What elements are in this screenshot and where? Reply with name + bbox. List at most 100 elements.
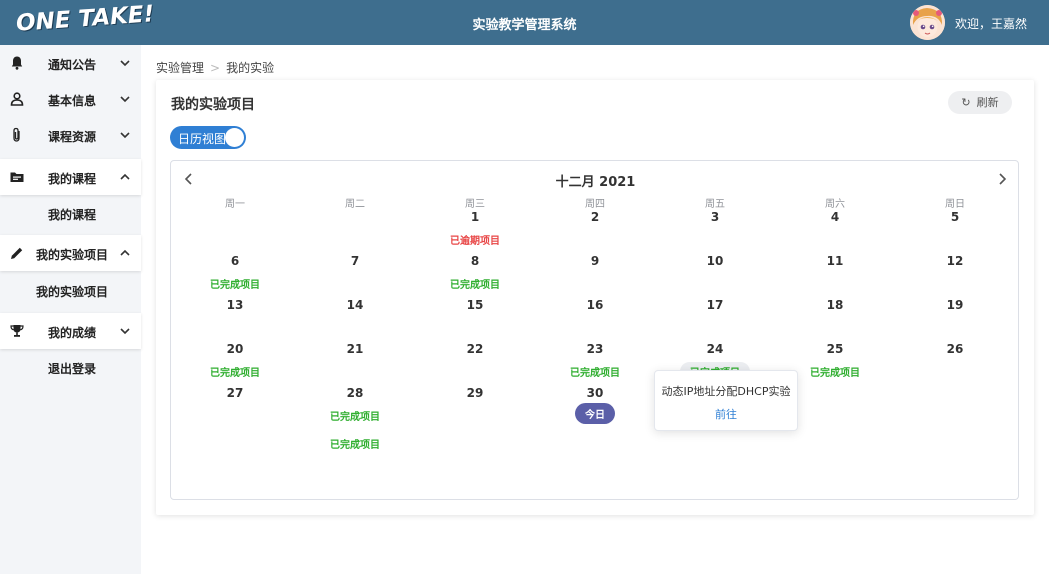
popover-experiment-name: 动态IP地址分配DHCP实验 [661,385,791,398]
refresh-button[interactable]: ↻ 刷新 [948,91,1012,114]
calendar-day[interactable]: 17 [655,298,775,314]
calendar-day[interactable]: 20 已完成项目 [175,342,295,381]
sidebar-item-label: 我的实验项目 [36,248,109,262]
completed-project-tag[interactable]: 已完成项目 [320,406,390,425]
day-number: 3 [710,210,720,224]
popover-go-link[interactable]: 前往 [655,406,797,422]
calendar-day[interactable]: 16 [535,298,655,314]
calendar-day[interactable]: 26 [895,342,1015,358]
weekday-header: 周一 [225,199,245,210]
calendar-day[interactable]: 10 [655,254,775,270]
logout-label: 退出登录 [48,362,97,376]
calendar-day[interactable]: 2 [535,210,655,226]
chevron-down-icon [120,328,130,335]
calendar-day[interactable]: 21 [295,342,415,358]
calendar-day[interactable]: 8 已完成项目 [415,254,535,293]
weekday-header: 周二 [345,199,365,210]
submenu-item-my-courses[interactable]: 我的课程 [0,198,141,228]
weekday-header: 周三 [465,199,485,210]
day-number: 29 [466,386,484,400]
sidebar-item-my-grades[interactable]: 我的成绩 [0,313,141,349]
day-number: 10 [706,254,724,268]
calendar-day[interactable]: 6 已完成项目 [175,254,295,293]
pencil-icon [11,247,23,259]
sidebar-item-label: 通知公告 [48,58,97,72]
calendar-day[interactable]: 7 [295,254,415,270]
calendar-day[interactable]: 12 [895,254,1015,270]
calendar-day[interactable]: 4 [775,210,895,226]
breadcrumb-item-current: 我的实验 [226,61,275,75]
calendar-day[interactable]: 23 已完成项目 [535,342,655,381]
day-number: 24 [706,342,724,356]
day-number: 15 [466,298,484,312]
calendar-day[interactable]: 14 [295,298,415,314]
calendar-view-toggle[interactable]: 日历视图 [170,126,246,149]
sidebar-item-profile[interactable]: 基本信息 [0,81,141,117]
calendar-day[interactable]: 11 [775,254,895,270]
toggle-knob [225,128,244,147]
calendar-day-today[interactable]: 30 今日 [535,386,655,424]
avatar-image [910,5,945,40]
calendar-day[interactable]: 18 [775,298,895,314]
chevron-down-icon [120,96,130,103]
sidebar-item-label: 我的课程 [48,172,97,186]
calendar-day[interactable]: 3 [655,210,775,226]
day-number: 19 [946,298,964,312]
breadcrumb-separator: > [210,61,221,75]
today-badge[interactable]: 今日 [575,403,615,424]
day-number: 22 [466,342,484,356]
submenu-item-my-experiments[interactable]: 我的实验项目 [0,275,141,305]
chevron-down-icon [120,60,130,67]
calendar-day[interactable]: 5 [895,210,1015,226]
chevron-up-icon [120,173,130,180]
day-number: 9 [590,254,600,268]
day-number: 8 [470,254,480,268]
calendar-day[interactable]: 19 [895,298,1015,314]
sidebar-item-my-experiments[interactable]: 我的实验项目 [0,235,141,271]
completed-project-tag[interactable]: 已完成项目 [440,274,510,293]
toggle-label: 日历视图 [178,132,227,146]
day-number: 2 [590,210,600,224]
weekday-header: 周五 [705,199,725,210]
breadcrumb-item[interactable]: 实验管理 [156,61,204,75]
sidebar-item-my-courses[interactable]: 我的课程 [0,159,141,195]
calendar-day[interactable]: 22 [415,342,535,358]
calendar-day[interactable]: 29 [415,386,535,402]
day-number: 21 [346,342,364,356]
completed-project-tag[interactable]: 已完成项目 [560,362,630,381]
calendar-day[interactable]: 28 已完成项目 已完成项目 [295,386,415,453]
day-number: 12 [946,254,964,268]
completed-project-tag[interactable]: 已完成项目 [800,362,870,381]
sidebar-item-logout[interactable]: 退出登录 [0,352,141,382]
refresh-icon: ↻ [961,96,971,109]
calendar-day[interactable]: 27 [175,386,295,402]
completed-project-tag[interactable]: 已完成项目 [200,362,270,381]
calendar-day[interactable]: 1 已逾期项目 [415,210,535,249]
calendar-day[interactable]: 13 [175,298,295,314]
experiments-card: 我的实验项目 ↻ 刷新 日历视图 十二月 2021 周一 周二 周三 周四 周五 … [156,80,1034,515]
chevron-right-icon[interactable] [994,171,1010,187]
overdue-project-tag[interactable]: 已逾期项目 [440,230,510,249]
submenu-label: 我的课程 [48,208,97,222]
day-number: 6 [230,254,240,268]
day-number: 30 [586,386,604,400]
sidebar-item-notices[interactable]: 通知公告 [0,45,141,81]
calendar-day[interactable]: 9 [535,254,655,270]
sidebar-item-label: 我的成绩 [48,326,97,340]
day-number: 17 [706,298,724,312]
welcome-text: 欢迎，王嘉然 [955,17,1028,31]
event-popover: 动态IP地址分配DHCP实验 前往 [654,370,798,431]
chevron-up-icon [120,249,130,256]
calendar: 十二月 2021 周一 周二 周三 周四 周五 周六 周日 1 已逾期项目 2 … [170,160,1019,500]
weekday-header: 周日 [945,199,965,210]
avatar[interactable] [910,5,945,40]
app-title: 实验教学管理系统 [472,18,577,33]
day-number: 7 [350,254,360,268]
weekday-header: 周六 [825,199,845,210]
sidebar-item-resources[interactable]: 课程资源 [0,117,141,153]
completed-project-tag[interactable]: 已完成项目 [320,434,390,453]
completed-project-tag[interactable]: 已完成项目 [200,274,270,293]
calendar-day[interactable]: 15 [415,298,535,314]
day-number: 16 [586,298,604,312]
refresh-label: 刷新 [976,96,999,109]
